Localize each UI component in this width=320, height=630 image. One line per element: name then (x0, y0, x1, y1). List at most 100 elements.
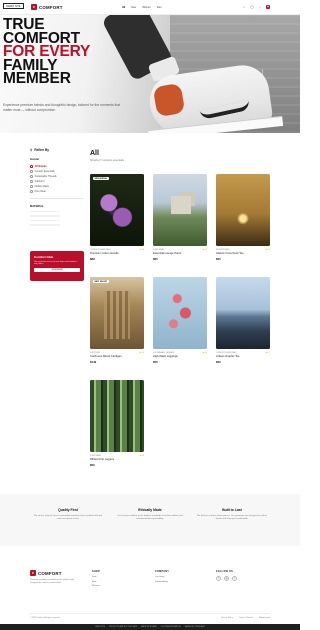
value-prop-text: Our factories adhere to the highest stan… (117, 515, 183, 521)
nav-item-men[interactable]: Men (157, 6, 162, 9)
notice-item: IMAGES BY UNSPLASH (184, 626, 205, 628)
notice-item: DEMO SITE (95, 626, 106, 628)
product-price: $65 (153, 256, 158, 261)
cart-icon[interactable]: ▣ (266, 5, 270, 9)
product-card[interactable]: PURE WEAR ★ 4.6 Ribbed Knit Joggers $59 (90, 380, 144, 467)
product-brand: COMFORT ESSENTIALS (216, 351, 237, 354)
footer-link[interactable]: New (92, 576, 100, 578)
facebook-icon[interactable]: f (216, 576, 221, 581)
category-option-label: Sustainable Threads (34, 175, 57, 178)
product-price: $59 (90, 462, 95, 467)
nav-item-new[interactable]: New (131, 6, 136, 9)
category-option-label: Modern Basic (34, 185, 50, 188)
product-image[interactable] (216, 277, 270, 349)
footer-link[interactable]: Sustainability (155, 581, 169, 583)
product-name[interactable]: Artisan Graphic Tee (216, 355, 270, 358)
hero-headline: TRUE COMFORT FOR EVERY FAMILY MEMBER (3, 17, 90, 86)
product-rating: ★ 4.8 (139, 248, 144, 251)
brand-logo[interactable]: C COMFORT (31, 4, 63, 10)
user-icon[interactable]: ◯ (250, 5, 254, 9)
footer-shop-column: SHOP New Men Women (92, 570, 100, 587)
sidebar-divider (30, 198, 84, 199)
demo-notice-bar: DEMO SITE PRODUCTS ARE NOT FOR SALE MADE… (0, 624, 300, 630)
product-price: $35 (216, 256, 221, 261)
radio-icon (30, 180, 33, 183)
site-footer: C COMFORT Premium everyday essentials fo… (0, 558, 300, 630)
product-name[interactable]: High-Waist Leggings (153, 355, 207, 358)
club-title: Comfort Club (34, 255, 54, 259)
product-tag: NEW ARRIVAL (93, 177, 109, 181)
material-placeholder-list (30, 210, 84, 226)
product-card[interactable]: SUSTAINABLE THREADS ★ 4.5 High-Waist Legg… (153, 277, 207, 364)
legal-link[interactable]: Terms of Service (239, 617, 253, 619)
product-name[interactable]: Ribbed Knit Joggers (90, 458, 144, 461)
footer-column-title: SHOP (92, 570, 100, 573)
nav-item-women[interactable]: Women (142, 6, 151, 9)
filter-title: ⚲ Refine By (30, 148, 84, 152)
radio-icon (30, 165, 33, 168)
notice-item: PRODUCTS ARE NOT FOR SALE (109, 626, 137, 628)
product-name[interactable]: Premium Cotton Hoodie (90, 252, 144, 255)
product-image[interactable] (153, 174, 207, 246)
footer-link[interactable]: Our Story (155, 576, 169, 578)
product-price: $55 (153, 359, 158, 364)
hero-subtitle: Experience premium fabrics and thoughtfu… (3, 103, 121, 112)
product-card[interactable]: MODERN BASIC ★ 4.7 Classic Crew Neck Tee … (216, 174, 270, 261)
footer-column-title: COMPANY (155, 570, 170, 573)
hero-banner: ~ TRUE COMFORT FOR EVERY FAMILY MEMBER E… (0, 15, 300, 133)
product-card[interactable]: COMFORT ESSENTIALS ★ 4.7 Artisan Graphic … (216, 277, 270, 364)
legal-links: Privacy Policy Terms of Service Shipping… (221, 617, 270, 619)
notice-item: MADE WITH CARE (140, 626, 157, 628)
category-option-label: SoftForm (34, 180, 45, 183)
footer-description: Premium everyday essentials for the whol… (30, 579, 75, 584)
instagram-icon[interactable]: ◎ (224, 576, 229, 581)
product-meta: PURE WEAR ★ 4.6 (90, 455, 144, 457)
product-brand: COMFORT ESSENTIALS (90, 248, 111, 251)
value-prop: Quality First We source only the finest … (33, 508, 103, 521)
product-brand: MODERN BASIC (216, 248, 230, 251)
nav-item-all[interactable]: All (122, 6, 125, 9)
product-name[interactable]: Essential Lounge Pants (153, 252, 207, 255)
catalog-heading: All (90, 150, 99, 157)
product-image[interactable] (216, 174, 270, 246)
category-option[interactable]: Pure Wear (30, 189, 84, 194)
product-card[interactable]: NEW ARRIVAL COMFORT ESSENTIALS ★ 4.8 Prem… (90, 174, 144, 261)
product-catalog: All Showing 7 premium essentials (90, 150, 270, 162)
footer-link[interactable]: Women (92, 585, 100, 587)
product-image[interactable] (153, 277, 207, 349)
product-brand: PURE WEAR (153, 248, 164, 251)
demo-badge: DEMO SITE (3, 3, 24, 9)
product-rating: ★ 4.6 (139, 454, 144, 457)
product-card[interactable]: BEST SELLER SOFTFORM ★ 4.9 Cashmere Blend… (90, 277, 144, 364)
footer-brand-mark: C (30, 570, 36, 576)
join-club-button[interactable]: JOIN NOW (34, 267, 80, 273)
value-prop: Built to Last We believe in fewer, bette… (197, 508, 267, 521)
copyright: © 2024 Comfort. All rights reserved. (30, 617, 60, 619)
product-image[interactable]: BEST SELLER (90, 277, 144, 349)
footer-brand[interactable]: C COMFORT (30, 570, 62, 576)
legal-link[interactable]: Privacy Policy (221, 617, 233, 619)
product-brand: SOFTFORM (90, 351, 101, 354)
footer-link[interactable]: Men (92, 581, 100, 583)
product-name[interactable]: Cashmere Blend Cardigan (90, 355, 144, 358)
main-nav: All New Women Men (122, 6, 162, 9)
radio-icon (30, 185, 33, 188)
search-icon[interactable]: ⌕ (242, 5, 246, 9)
product-meta: COMFORT ESSENTIALS ★ 4.8 (90, 249, 144, 251)
twitter-icon[interactable]: t (232, 576, 237, 581)
product-image[interactable]: NEW ARRIVAL (90, 174, 144, 246)
product-card[interactable]: PURE WEAR ★ 4.6 Essential Lounge Pants $6… (153, 174, 207, 261)
product-rating: ★ 4.9 (139, 351, 144, 354)
footer-bottom: © 2024 Comfort. All rights reserved. Pri… (30, 613, 270, 619)
legal-link[interactable]: Shipping Info (259, 617, 270, 619)
wishlist-icon[interactable]: ♡ (258, 5, 262, 9)
header-icons: ⌕ ◯ ♡ ▣ (242, 5, 270, 9)
material-row (30, 219, 60, 222)
value-prop-text: We source only the finest sustainable ma… (33, 515, 103, 521)
product-meta: COMFORT ESSENTIALS ★ 4.7 (216, 352, 270, 354)
product-name[interactable]: Classic Crew Neck Tee (216, 252, 270, 255)
product-image[interactable] (90, 380, 144, 452)
social-links: f ◎ t (216, 576, 237, 581)
product-meta: PURE WEAR ★ 4.6 (153, 249, 207, 251)
footer-company-column: COMPANY Our Story Sustainability (155, 570, 169, 583)
